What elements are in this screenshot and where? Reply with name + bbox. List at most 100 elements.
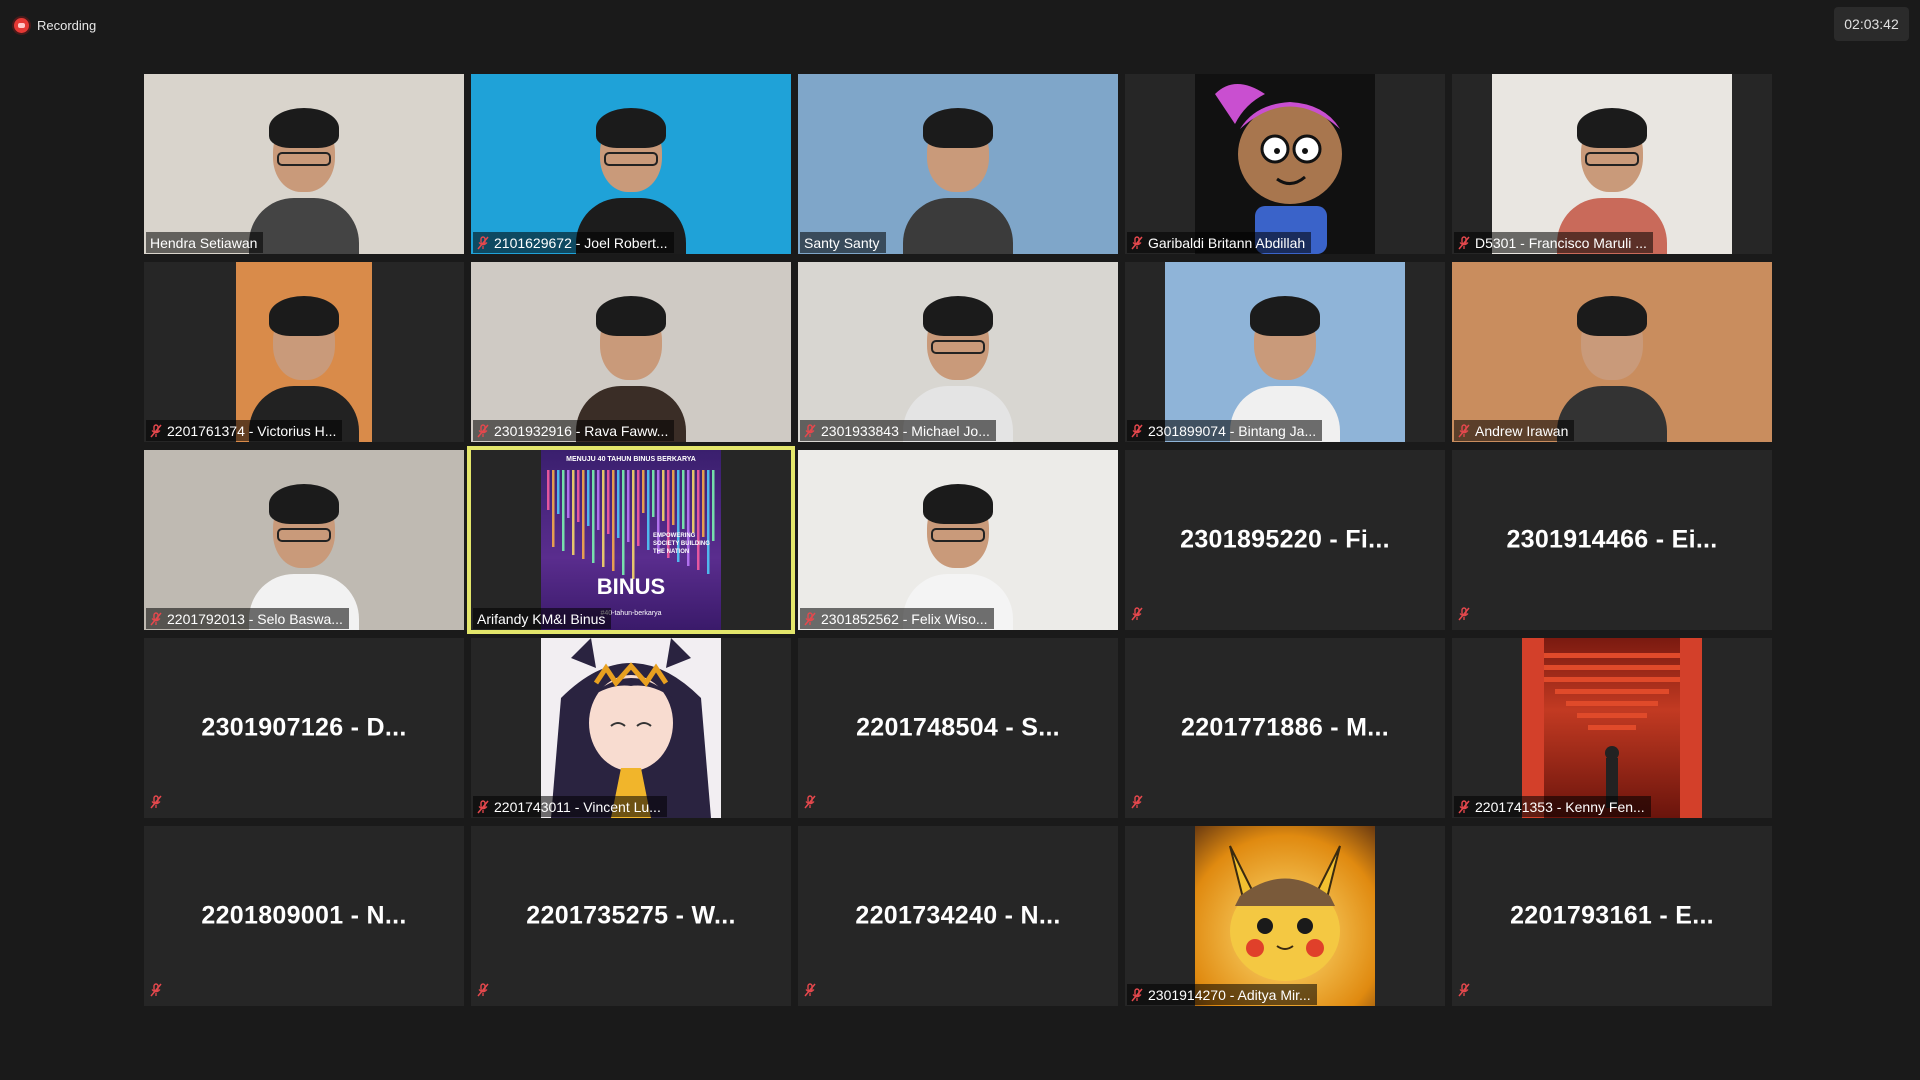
participant-name: Andrew Irawan — [1475, 422, 1569, 439]
recording-label: Recording — [37, 17, 97, 33]
participant-video — [798, 262, 1118, 442]
muted-mic-icon — [1131, 987, 1143, 1001]
muted-mic-icon — [1458, 607, 1470, 621]
participant-video — [236, 262, 372, 442]
participant-tile[interactable]: 2301932916 - Rava Faww... — [471, 262, 791, 442]
mute-status — [150, 423, 162, 438]
participant-name-label: 2201761374 - Victorius H... — [146, 420, 343, 441]
mute-status — [804, 611, 816, 626]
muted-mic-icon — [1458, 423, 1470, 437]
participant-name: 2101629672 - Joel Robert... — [494, 234, 668, 251]
participant-tile[interactable]: 2201735275 - W... — [471, 826, 791, 1006]
participant-video — [144, 450, 464, 630]
participant-tile[interactable]: 2301895220 - Fi... — [1125, 450, 1445, 630]
participant-name-placeholder: 2201734240 - N... — [855, 901, 1061, 930]
participant-tile[interactable]: 2301933843 - Michael Jo... — [798, 262, 1118, 442]
muted-mic-icon — [1131, 607, 1143, 621]
hair — [596, 108, 666, 148]
participant-tile[interactable]: Andrew Irawan — [1452, 262, 1772, 442]
participant-name: 2201741353 - Kenny Fen... — [1475, 798, 1645, 815]
recording-indicator[interactable]: Recording — [14, 14, 96, 36]
hair — [596, 296, 666, 336]
participant-tile[interactable]: 2201793161 - E... — [1452, 826, 1772, 1006]
participant-name: 2301899074 - Bintang Ja... — [1148, 422, 1317, 439]
hair — [1577, 296, 1647, 336]
participant-tile[interactable]: 2201734240 - N... — [798, 826, 1118, 1006]
participant-name-label: Garibaldi Britann Abdillah — [1127, 232, 1312, 253]
participant-name-label: Santy Santy — [800, 232, 886, 253]
participant-tile[interactable]: 2101629672 - Joel Robert... — [471, 74, 791, 254]
participant-video — [1195, 74, 1375, 254]
participant-tile[interactable]: 2201761374 - Victorius H... — [144, 262, 464, 442]
participant-tile[interactable]: 2201743011 - Vincent Lu... — [471, 638, 791, 818]
record-icon — [14, 17, 29, 33]
participant-video — [798, 450, 1118, 630]
participant-video — [1195, 826, 1375, 1006]
participant-tile[interactable]: 2201771886 - M... — [1125, 638, 1445, 818]
participant-tile[interactable]: 2201809001 - N... — [144, 826, 464, 1006]
participant-video — [1492, 74, 1732, 254]
participant-tile[interactable]: Hendra Setiawan — [144, 74, 464, 254]
participant-name: D5301 - Francisco Maruli ... — [1475, 234, 1647, 251]
participant-tile[interactable]: 2201748504 - S... — [798, 638, 1118, 818]
participant-tile[interactable]: 2301914466 - Ei... — [1452, 450, 1772, 630]
participant-tile[interactable]: Santy Santy — [798, 74, 1118, 254]
participant-tile[interactable]: 2201792013 - Selo Baswa... — [144, 450, 464, 630]
participant-video — [144, 74, 464, 254]
mute-status — [1458, 423, 1470, 438]
participant-video — [1165, 262, 1405, 442]
participant-tile[interactable]: 2301899074 - Bintang Ja... — [1125, 262, 1445, 442]
mute-status — [1131, 987, 1143, 1002]
binus-tagline: MENUJU 40 TAHUN BINUS BERKARYA — [566, 456, 696, 463]
participant-name-placeholder: 2201735275 - W... — [526, 901, 736, 930]
participant-tile[interactable]: 2301914270 - Aditya Mir... — [1125, 826, 1445, 1006]
participant-name-placeholder: 2301914466 - Ei... — [1506, 525, 1718, 554]
participant-tile[interactable]: D5301 - Francisco Maruli ... — [1452, 74, 1772, 254]
participant-video — [471, 262, 791, 442]
mute-status — [804, 423, 816, 438]
mute-status — [1131, 235, 1143, 250]
glasses — [277, 528, 331, 542]
participant-name-label: 2301852562 - Felix Wiso... — [800, 608, 994, 629]
glasses — [931, 528, 985, 542]
participant-name-placeholder: 2201793161 - E... — [1510, 901, 1714, 930]
meeting-timer: 02:03:42 — [1834, 7, 1909, 41]
participant-name: 2301932916 - Rava Faww... — [494, 422, 669, 439]
mute-status — [477, 235, 489, 250]
participant-name-label: 2101629672 - Joel Robert... — [473, 232, 674, 253]
pikachu-avatar — [1229, 845, 1341, 981]
muted-mic-icon — [477, 983, 489, 997]
mute-status — [1131, 795, 1143, 814]
participant-name-placeholder: 2301895220 - Fi... — [1180, 525, 1390, 554]
muted-mic-icon — [477, 235, 489, 249]
participant-tile[interactable]: Garibaldi Britann Abdillah — [1125, 74, 1445, 254]
glasses — [277, 152, 331, 166]
muted-mic-icon — [150, 423, 162, 437]
muted-mic-icon — [1131, 235, 1143, 249]
mute-status — [804, 795, 816, 814]
hair — [923, 296, 993, 336]
participant-name-placeholder: 2201748504 - S... — [856, 713, 1060, 742]
torso — [249, 198, 359, 254]
hair — [1250, 296, 1320, 336]
participant-tile[interactable]: MENUJU 40 TAHUN BINUS BERKARYA EMPOWERING… — [467, 446, 795, 634]
muted-mic-icon — [804, 423, 816, 437]
participant-name: 2301914270 - Aditya Mir... — [1148, 986, 1311, 1003]
participant-silhouette — [903, 104, 1013, 254]
participant-name-label: D5301 - Francisco Maruli ... — [1454, 232, 1653, 253]
participant-tile[interactable]: 2301907126 - D... — [144, 638, 464, 818]
hair — [269, 484, 339, 524]
participant-video: MENUJU 40 TAHUN BINUS BERKARYA EMPOWERING… — [541, 450, 721, 630]
participant-name: 2201761374 - Victorius H... — [167, 422, 337, 439]
muted-mic-icon — [150, 611, 162, 625]
binus-wordmark: BINUS — [596, 574, 666, 599]
participant-tile[interactable]: 2201741353 - Kenny Fen... — [1452, 638, 1772, 818]
participant-name-label: Hendra Setiawan — [146, 232, 264, 253]
participant-video — [541, 638, 721, 818]
anime-avatar — [551, 638, 711, 818]
torso — [903, 198, 1013, 254]
mute-status — [477, 983, 489, 1002]
mute-status — [1131, 423, 1143, 438]
participant-name-label: 2201743011 - Vincent Lu... — [473, 796, 667, 817]
participant-tile[interactable]: 2301852562 - Felix Wiso... — [798, 450, 1118, 630]
